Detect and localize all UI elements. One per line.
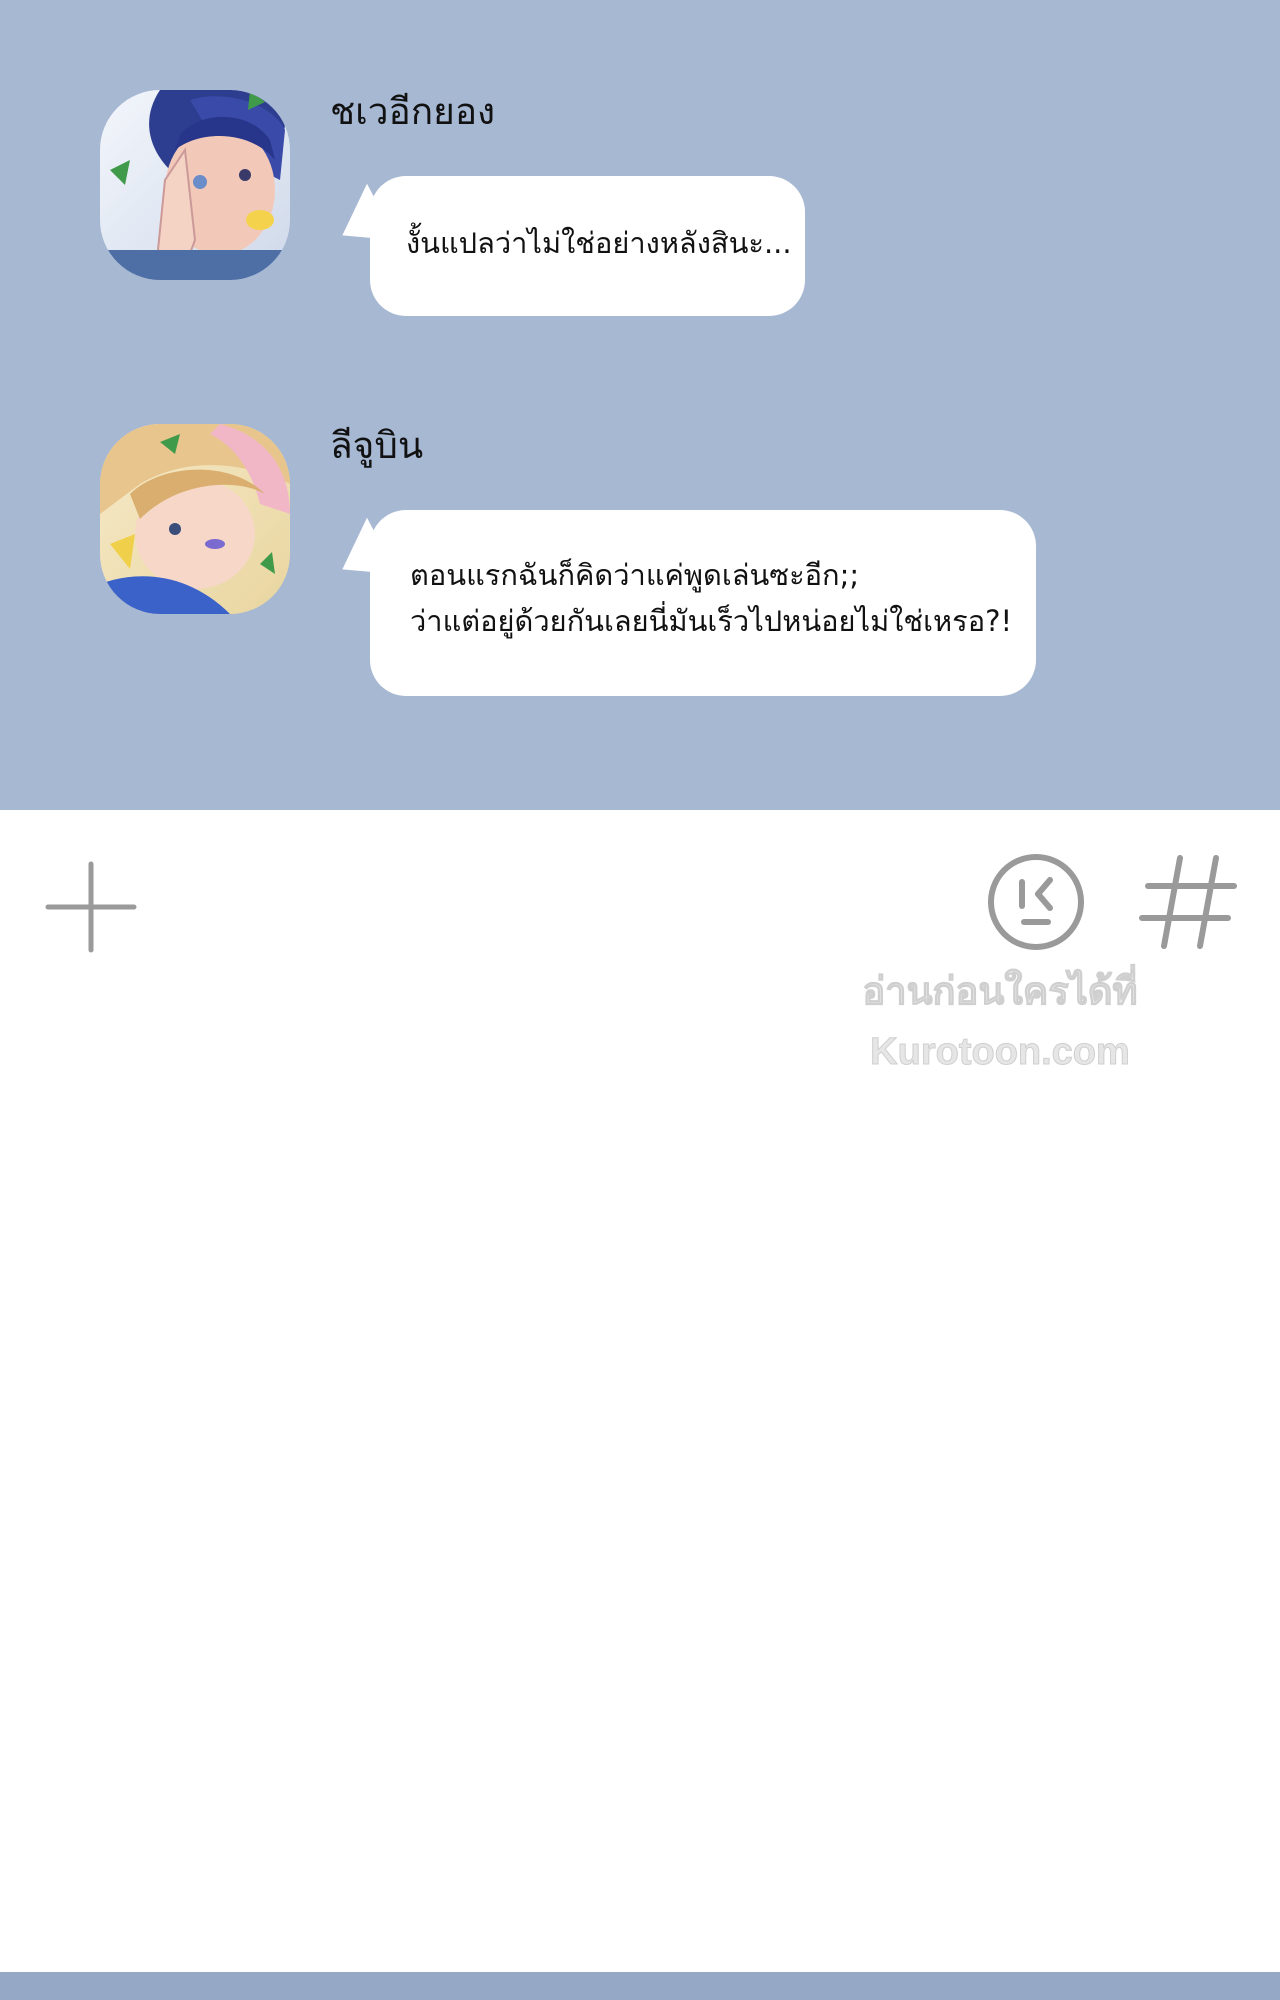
emoji-button[interactable] [984,850,1088,954]
avatar[interactable] [100,424,290,614]
add-button[interactable] [44,860,138,954]
message-text-line: ว่าแต่อยู่ด้วยกันเลยนี่มันเร็วไปหน่อยไม่… [410,604,1013,638]
avatar-blond-hair-icon [100,424,290,614]
watermark-line: Kurotoon.com [870,1031,1131,1074]
message-bubble: งั้นแปลว่าไม่ใช่อย่างหลังสินะ... [326,176,805,316]
hash-icon [1139,855,1237,949]
bubble-tail [326,183,398,262]
hashtag-button[interactable] [1136,852,1240,952]
message-bubble: ตอนแรกฉันก็คิดว่าแค่พูดเล่นซะอีก;; ว่าแต… [326,510,1036,696]
avatar-dark-hair-icon [100,90,290,280]
message-text-line: ตอนแรกฉันก็คิดว่าแค่พูดเล่นซะอีก;; [410,558,860,592]
watermark-line: อ่านก่อนใครได้ที่ [862,971,1138,1014]
sender-name: ลีจูบิน [330,424,424,467]
sender-name: ชเวอีกยอง [330,90,496,133]
avatar[interactable] [100,90,290,280]
bubble-tail [326,517,398,596]
message-text: งั้นแปลว่าไม่ใช่อย่างหลังสินะ... [406,226,792,260]
watermark: อ่านก่อนใครได้ที่ Kurotoon.com [780,962,1220,1082]
bottom-strip [0,1972,1280,2000]
plus-icon [45,861,137,953]
chat-area: ชเวอีกยอง งั้นแปลว่าไม่ใช่อย่างหลังสินะ.… [0,0,1280,810]
emoji-icon [988,854,1084,950]
